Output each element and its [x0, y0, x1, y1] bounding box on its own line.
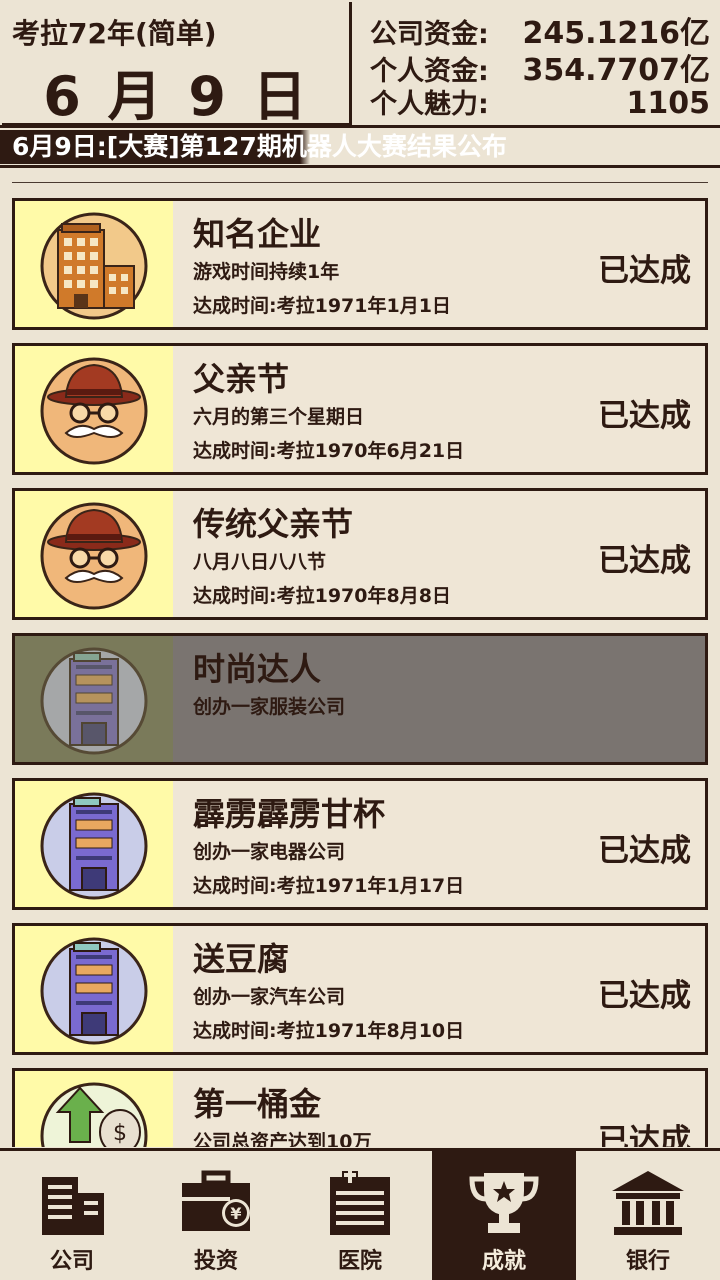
nav-label: 成就: [481, 1249, 526, 1274]
achievement-card[interactable]: 父亲节 六月的第三个星期日 达成时间:考拉1970年6月21日 已达成: [12, 343, 708, 475]
achievement-card[interactable]: 霹雳霹雳甘杯 创办一家电器公司 达成时间:考拉1971年1月17日 已达成: [12, 778, 708, 910]
father-face-icon: [15, 491, 173, 617]
achievement-status: 已达成: [598, 398, 691, 434]
achievement-title: 送豆腐: [193, 940, 290, 978]
achievement-status: 已达成: [598, 1123, 691, 1147]
trophy-icon: [469, 1173, 539, 1233]
tower-building-icon: [15, 926, 173, 1052]
bank-icon: [612, 1171, 684, 1235]
briefcase-icon: ¥: [182, 1170, 250, 1231]
achievement-desc: 创办一家汽车公司: [193, 986, 346, 1008]
nav-invest[interactable]: ¥ 投资: [144, 1151, 288, 1280]
funds-panel: 公司资金: 245.1216亿 个人资金: 354.7707亿 个人魅力: 11…: [356, 0, 720, 126]
nav-label: 银行: [625, 1249, 670, 1274]
bottom-navigation: 公司 ¥ 投资 医院 成就 银行: [0, 1148, 720, 1280]
personal-funds-value: 354.7707亿: [522, 53, 710, 88]
current-date: 6 月 9 日: [43, 65, 311, 128]
achievement-title: 传统父亲节: [193, 505, 354, 543]
nav-label: 医院: [337, 1249, 382, 1274]
nav-achievements[interactable]: 成就: [432, 1151, 576, 1280]
nav-bank[interactable]: 银行: [576, 1151, 720, 1280]
status-header: 考拉72年(简单) 6 月 9 日 公司资金: 245.1216亿 个人资金: …: [0, 0, 720, 128]
achievement-card[interactable]: 传统父亲节 八月八日八八节 达成时间:考拉1970年8月8日 已达成: [12, 488, 708, 620]
achievement-desc: 公司总资产达到10万: [193, 1131, 372, 1147]
achievement-time: 达成时间:考拉1971年1月17日: [193, 875, 465, 897]
achievement-time: 达成时间:考拉1971年8月10日: [193, 1020, 465, 1042]
hospital-icon: [330, 1169, 390, 1235]
achievement-list[interactable]: 知名企业 游戏时间持续1年 达成时间:考拉1971年1月1日 已达成 父亲节 六…: [0, 190, 720, 1147]
charm-label: 个人魅力:: [370, 89, 489, 120]
achievement-status: 已达成: [598, 543, 691, 579]
company-icon: [42, 1177, 104, 1235]
achievement-title: 第一桶金: [193, 1085, 322, 1123]
achievement-card[interactable]: $ 第一桶金 公司总资产达到10万 已达成: [12, 1068, 708, 1147]
svg-text:$: $: [113, 1121, 127, 1146]
achievement-time: 达成时间:考拉1971年1月1日: [193, 295, 451, 317]
achievement-card-locked[interactable]: 时尚达人 创办一家服装公司: [12, 633, 708, 765]
achievement-title: 时尚达人: [193, 650, 322, 688]
achievement-card[interactable]: 知名企业 游戏时间持续1年 达成时间:考拉1971年1月1日 已达成: [12, 198, 708, 330]
nav-label: 公司: [49, 1249, 94, 1274]
achievement-status: 已达成: [598, 978, 691, 1014]
achievement-card[interactable]: 送豆腐 创办一家汽车公司 达成时间:考拉1971年8月10日 已达成: [12, 923, 708, 1055]
achievement-desc: 八月八日八八节: [193, 551, 327, 573]
company-funds-row: 公司资金: 245.1216亿: [370, 8, 710, 51]
personal-funds-row: 个人资金: 354.7707亿: [370, 45, 710, 88]
achievement-desc: 创办一家服装公司: [193, 696, 346, 718]
divider: [12, 182, 708, 183]
nav-company[interactable]: 公司: [0, 1151, 144, 1280]
achievement-desc: 游戏时间持续1年: [193, 261, 340, 283]
date-panel: 考拉72年(简单) 6 月 9 日: [2, 2, 352, 128]
charm-value: 1105: [626, 86, 711, 121]
nav-hospital[interactable]: 医院: [288, 1151, 432, 1280]
news-ticker[interactable]: 6月9日:[大赛]第127期机器人大赛结果公布: [0, 128, 720, 168]
achievement-time: 达成时间:考拉1970年8月8日: [193, 585, 451, 607]
father-face-icon: [15, 346, 173, 472]
achievement-time: 达成时间:考拉1970年6月21日: [193, 440, 465, 462]
achievement-desc: 六月的第三个星期日: [193, 406, 365, 428]
achievement-status: 已达成: [598, 833, 691, 869]
era-label: 考拉72年(简单): [12, 17, 217, 50]
nav-label: 投资: [193, 1249, 238, 1274]
achievement-title: 知名企业: [193, 215, 322, 253]
tower-building-icon: [15, 636, 173, 762]
svg-text:¥: ¥: [230, 1204, 241, 1223]
company-funds-label: 公司资金:: [370, 19, 489, 50]
tower-building-icon: [15, 781, 173, 907]
achievement-status: 已达成: [598, 253, 691, 289]
office-building-icon: [15, 201, 173, 327]
money-growth-icon: $: [15, 1071, 173, 1147]
achievement-title: 父亲节: [193, 360, 290, 398]
achievement-title: 霹雳霹雳甘杯: [193, 795, 386, 833]
achievement-desc: 创办一家电器公司: [193, 841, 346, 863]
news-text: 6月9日:[大赛]第127期机器人大赛结果公布: [0, 130, 521, 164]
